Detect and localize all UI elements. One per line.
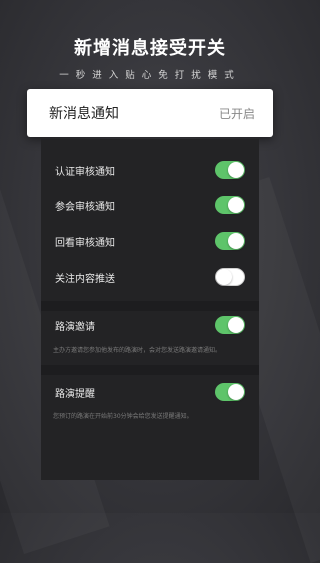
card-status: 已开启 (218, 106, 255, 121)
setting-row-replay-review: 回看审核通知 (41, 223, 259, 259)
roadshow-invite-toggle[interactable] (215, 316, 245, 334)
replay-review-toggle[interactable] (215, 232, 245, 250)
setting-label: 参会审核通知 (55, 201, 115, 213)
setting-row-roadshow-invite: 路演邀请 (41, 307, 259, 343)
setting-label: 路演提醒 (55, 388, 95, 400)
setting-row-roadshow-reminder: 路演提醒 (41, 374, 259, 410)
setting-label: 回看审核通知 (55, 237, 115, 249)
roadshow-reminder-description: 您预订的路演在开始前30分钟会给您发送提醒通知。 (53, 413, 193, 420)
toggle-knob (216, 269, 232, 285)
verify-review-toggle[interactable] (215, 161, 245, 179)
roadshow-invite-description: 主办方邀请您参加他发布的路演时，会对您发送路演邀请通知。 (53, 347, 222, 354)
toggle-knob (228, 317, 244, 333)
setting-row-verify-review: 认证审核通知 (41, 152, 259, 188)
new-message-notification-card[interactable]: 新消息通知 已开启 (27, 89, 273, 137)
toggle-knob (228, 197, 244, 213)
page-subtitle: 一秒进入贴心免打扰模式 (59, 70, 241, 81)
attend-review-toggle[interactable] (215, 196, 245, 214)
setting-label: 关注内容推送 (55, 273, 115, 285)
setting-label: 认证审核通知 (55, 166, 115, 178)
roadshow-reminder-toggle[interactable] (215, 383, 245, 401)
settings-panel: 认证审核通知 参会审核通知 回看审核通知 关注内容推送 路演邀请 主办方邀请您参… (41, 139, 259, 480)
page-title: 新增消息接受开关 (74, 38, 226, 59)
setting-row-follow-push: 关注内容推送 (41, 259, 259, 295)
toggle-knob (228, 162, 244, 178)
setting-label: 路演邀请 (55, 321, 95, 333)
follow-push-toggle[interactable] (215, 268, 245, 286)
setting-row-attend-review: 参会审核通知 (41, 187, 259, 223)
toggle-knob (228, 233, 244, 249)
toggle-knob (228, 384, 244, 400)
card-label: 新消息通知 (49, 106, 119, 122)
